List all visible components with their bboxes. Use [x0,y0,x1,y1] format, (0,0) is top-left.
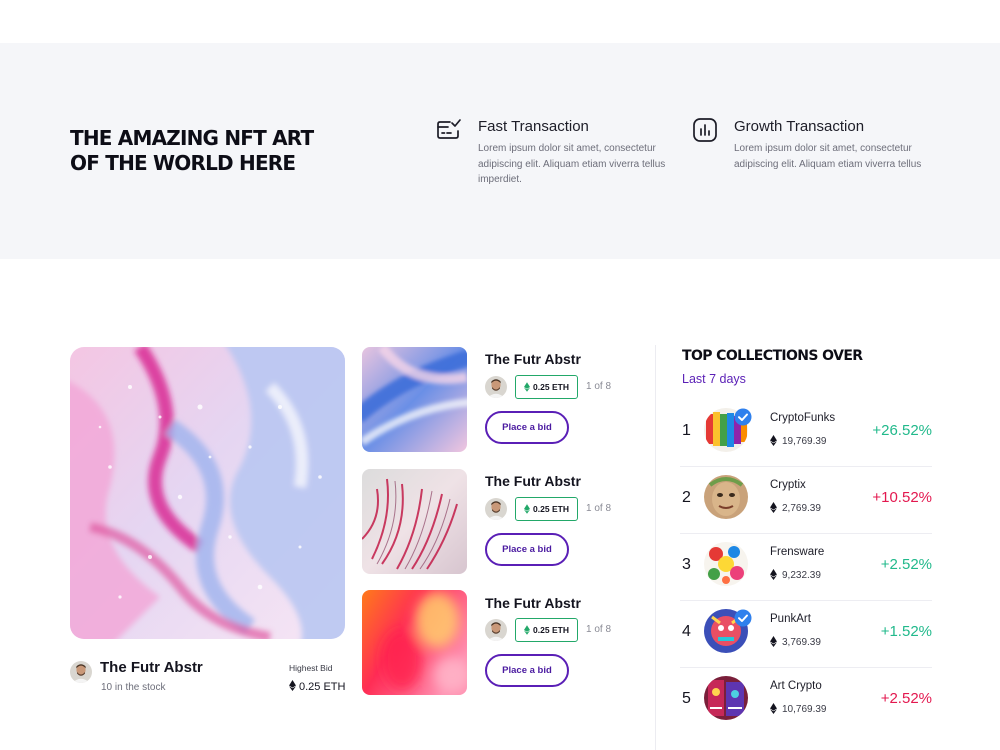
feature-title: Fast Transaction [478,118,589,135]
edition-count: 1 of 8 [586,503,612,514]
collection-row[interactable]: 4 PunkArt 3,769.39 +1.52% [680,601,932,668]
column-divider [655,345,656,750]
card-title: The Futr Abstr [485,351,581,367]
collection-volume: 3,769.39 [770,636,821,648]
edition-count: 1 of 8 [586,381,612,392]
red-feather-art-image [362,469,467,574]
avatar[interactable] [485,619,507,641]
collection-avatar [704,475,748,519]
avatar[interactable] [485,376,507,398]
collection-volume: 19,769.39 [770,435,827,447]
creator-avatar-image [70,661,92,683]
ethereum-icon [770,636,777,647]
collection-name: Art Crypto [770,680,822,692]
collection-volume: 9,232.39 [770,569,821,581]
price-badge: 0.25 ETH [515,375,578,399]
rank-number: 5 [682,690,691,707]
change-percent: +1.52% [880,623,932,640]
creator-avatar-image [485,619,507,641]
highest-bid-value: 0.25 ETH [289,680,345,693]
collection-volume: 2,769.39 [770,502,821,514]
bar-chart-icon [693,118,717,142]
featured-title: The Futr Abstr [100,659,203,676]
ethereum-icon [524,504,530,514]
verified-badge-icon [734,408,752,426]
collection-volume: 10,769.39 [770,703,827,715]
rank-number: 1 [682,422,691,439]
collection-avatar [704,676,748,720]
collection-row[interactable]: 3 Frensware 9,232.39 +2.52% [680,534,932,601]
rank-number: 4 [682,623,691,640]
change-percent: +2.52% [880,690,932,707]
verified-badge-icon [734,609,752,627]
collection-row[interactable]: 5 Art Crypto 10,769.39 +2.52% [680,668,932,735]
collection-name: Cryptix [770,479,806,491]
rank-number: 3 [682,556,691,573]
ethereum-icon [770,502,777,513]
place-bid-button[interactable]: Place a bid [485,654,569,687]
avatar[interactable] [70,661,92,683]
collection-image [704,542,748,586]
collection-image [704,676,748,720]
card-title: The Futr Abstr [485,473,581,489]
change-percent: +26.52% [872,422,932,439]
creator-avatar-image [485,498,507,520]
gradient-art-image [362,590,467,695]
card-artwork[interactable] [362,590,467,695]
feature-description: Lorem ipsum dolor sit amet, consectetur … [478,143,666,185]
featured-artwork[interactable] [70,347,345,639]
card-artwork[interactable] [362,469,467,574]
card-check-icon [437,119,461,139]
top-collections-title: TOP COLLECTIONS OVER [682,348,863,364]
change-percent: +2.52% [880,556,932,573]
feature-title: Growth Transaction [734,118,865,135]
hero-title: THE AMAZING NFT ART OF THE WORLD HERE [70,126,314,175]
place-bid-button[interactable]: Place a bid [485,533,569,566]
period-selector[interactable]: Last 7 days [682,372,746,386]
ethereum-icon [289,680,296,691]
ethereum-icon [524,382,530,392]
ethereum-icon [770,703,777,714]
card-artwork[interactable] [362,347,467,452]
ethereum-icon [770,435,777,446]
collection-row[interactable]: 2 Cryptix 2,769.39 +10.52% [680,467,932,534]
edition-count: 1 of 8 [586,624,612,635]
collection-avatar [704,542,748,586]
highest-bid-label: Highest Bid [289,663,333,673]
avatar[interactable] [485,498,507,520]
place-bid-button[interactable]: Place a bid [485,411,569,444]
rank-number: 2 [682,489,691,506]
card-title: The Futr Abstr [485,595,581,611]
collection-name: PunkArt [770,613,811,625]
marble-art-image [70,347,345,639]
change-percent: +10.52% [872,489,932,506]
stock-count: 10 in the stock [101,682,166,693]
price-badge: 0.25 ETH [515,618,578,642]
blue-marble-art-image [362,347,467,452]
feature-description: Lorem ipsum dolor sit amet, consectetur … [734,143,922,170]
collection-name: Frensware [770,546,825,558]
collection-image [704,475,748,519]
ethereum-icon [524,625,530,635]
price-badge: 0.25 ETH [515,497,578,521]
ethereum-icon [770,569,777,580]
collection-row[interactable]: 1 CryptoFunks 19,769.39 +26.52% [680,400,932,467]
collection-name: CryptoFunks [770,412,836,424]
creator-avatar-image [485,376,507,398]
